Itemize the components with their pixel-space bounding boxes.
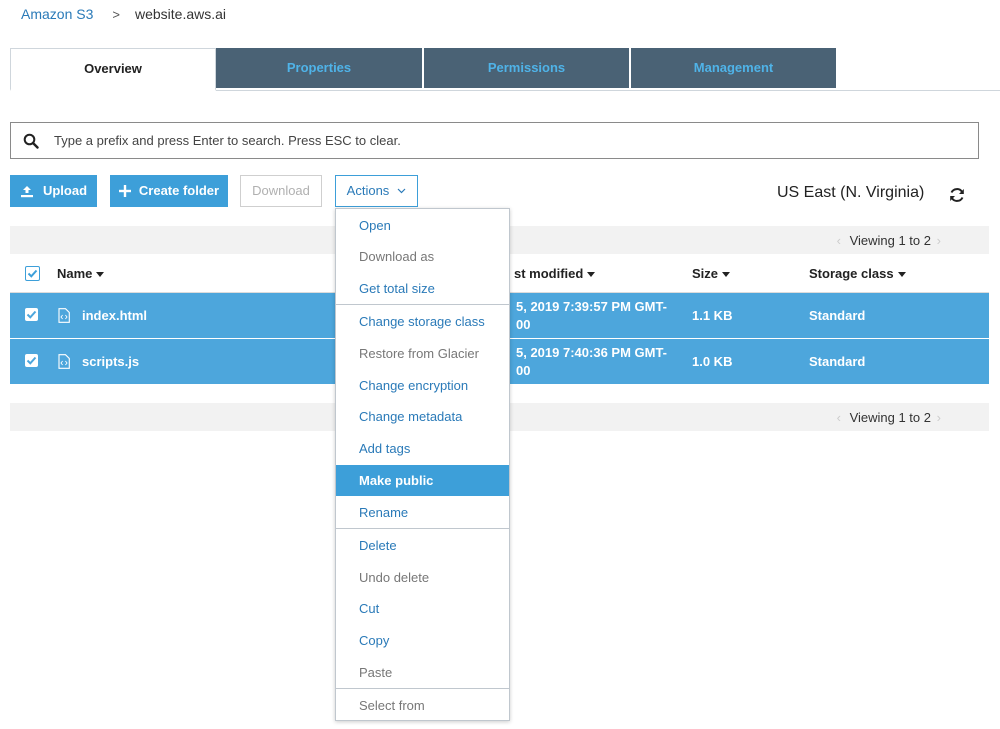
select-all-checkbox[interactable] bbox=[25, 266, 40, 281]
menu-item-select-from[interactable]: Select from bbox=[336, 690, 509, 721]
size-header-label: Size bbox=[692, 266, 719, 281]
tab-permissions[interactable]: Permissions bbox=[424, 48, 629, 88]
menu-item-change-encryption[interactable]: Change encryption bbox=[336, 370, 509, 401]
menu-item-download-as[interactable]: Download as bbox=[336, 241, 509, 272]
search-icon bbox=[23, 133, 39, 149]
prev-page-icon[interactable]: ‹ bbox=[837, 410, 841, 425]
menu-item-get-total-size[interactable]: Get total size bbox=[336, 273, 509, 304]
sort-caret-icon bbox=[897, 272, 906, 278]
menu-item-delete[interactable]: Delete bbox=[336, 530, 509, 561]
menu-item-undo-delete[interactable]: Undo delete bbox=[336, 562, 509, 593]
name-column-header[interactable]: Name bbox=[57, 266, 105, 281]
check-icon bbox=[27, 269, 38, 278]
storage-class: Standard bbox=[809, 308, 866, 323]
last-modified-column-header[interactable]: st modified bbox=[514, 266, 596, 281]
file-size: 1.0 KB bbox=[692, 354, 733, 369]
sort-caret-icon bbox=[587, 272, 596, 278]
menu-item-cut[interactable]: Cut bbox=[336, 593, 509, 624]
code-file-icon bbox=[58, 308, 70, 323]
size-column-header[interactable]: Size bbox=[692, 266, 731, 281]
menu-item-change-storage-class[interactable]: Change storage class bbox=[336, 306, 509, 337]
actions-menu: Open Download as Get total size Change s… bbox=[335, 208, 510, 721]
breadcrumb-current: website.aws.ai bbox=[134, 6, 227, 22]
viewing-count-top: Viewing 1 to 2 bbox=[849, 233, 931, 248]
storage-class-column-header[interactable]: Storage class bbox=[809, 266, 906, 281]
sort-caret-icon bbox=[96, 272, 105, 278]
storage-class: Standard bbox=[809, 354, 866, 369]
breadcrumb-root-link[interactable]: Amazon S3 bbox=[21, 6, 93, 22]
search-bar bbox=[10, 122, 979, 159]
menu-divider bbox=[336, 304, 509, 305]
last-modified-line-2: 00 bbox=[516, 363, 531, 378]
tab-properties[interactable]: Properties bbox=[216, 48, 422, 88]
create-folder-button[interactable]: Create folder bbox=[110, 175, 228, 207]
download-button[interactable]: Download bbox=[240, 175, 322, 207]
tab-bar: Overview Properties Permissions Manageme… bbox=[10, 48, 1000, 91]
code-file-icon bbox=[58, 354, 70, 369]
menu-item-paste[interactable]: Paste bbox=[336, 657, 509, 688]
last-modified-line-2: 00 bbox=[516, 317, 531, 332]
actions-label: Actions bbox=[346, 183, 390, 198]
breadcrumb: Amazon S3 > website.aws.ai bbox=[21, 6, 226, 22]
file-size: 1.1 KB bbox=[692, 308, 733, 323]
check-icon bbox=[26, 356, 37, 365]
menu-item-make-public[interactable]: Make public bbox=[336, 465, 509, 496]
breadcrumb-separator: > bbox=[112, 6, 120, 22]
file-name-link[interactable]: scripts.js bbox=[82, 354, 139, 369]
storage-class-header-label: Storage class bbox=[809, 266, 894, 281]
menu-item-open[interactable]: Open bbox=[336, 210, 509, 241]
last-modified-line-1: 5, 2019 7:39:57 PM GMT- bbox=[516, 299, 668, 314]
menu-item-rename[interactable]: Rename bbox=[336, 497, 509, 528]
file-name-link[interactable]: index.html bbox=[82, 308, 147, 323]
menu-item-copy[interactable]: Copy bbox=[336, 625, 509, 656]
last-modified-header-label: st modified bbox=[514, 266, 584, 281]
menu-item-add-tags[interactable]: Add tags bbox=[336, 433, 509, 464]
name-header-label: Name bbox=[57, 266, 93, 281]
refresh-icon[interactable] bbox=[948, 186, 966, 204]
plus-icon bbox=[118, 185, 131, 197]
upload-icon bbox=[20, 185, 33, 197]
chevron-down-icon bbox=[397, 188, 406, 194]
row-checkbox[interactable] bbox=[25, 308, 38, 321]
prev-page-icon[interactable]: ‹ bbox=[837, 233, 841, 248]
next-page-icon[interactable]: › bbox=[937, 410, 941, 425]
sort-caret-icon bbox=[722, 272, 731, 278]
upload-button[interactable]: Upload bbox=[10, 175, 97, 207]
menu-item-change-metadata[interactable]: Change metadata bbox=[336, 401, 509, 432]
check-icon bbox=[26, 310, 37, 319]
create-folder-label: Create folder bbox=[138, 183, 220, 198]
viewing-count-bottom: Viewing 1 to 2 bbox=[849, 410, 931, 425]
menu-divider bbox=[336, 688, 509, 689]
tab-overview[interactable]: Overview bbox=[10, 48, 216, 91]
row-checkbox[interactable] bbox=[25, 354, 38, 367]
region-label: US East (N. Virginia) bbox=[777, 184, 925, 201]
actions-button[interactable]: Actions bbox=[335, 175, 418, 207]
upload-label: Upload bbox=[42, 183, 88, 198]
menu-item-restore-from-glacier[interactable]: Restore from Glacier bbox=[336, 338, 509, 369]
search-input[interactable] bbox=[52, 132, 936, 149]
last-modified-line-1: 5, 2019 7:40:36 PM GMT- bbox=[516, 345, 668, 360]
menu-divider bbox=[336, 528, 509, 529]
tab-management[interactable]: Management bbox=[631, 48, 836, 88]
next-page-icon[interactable]: › bbox=[937, 233, 941, 248]
